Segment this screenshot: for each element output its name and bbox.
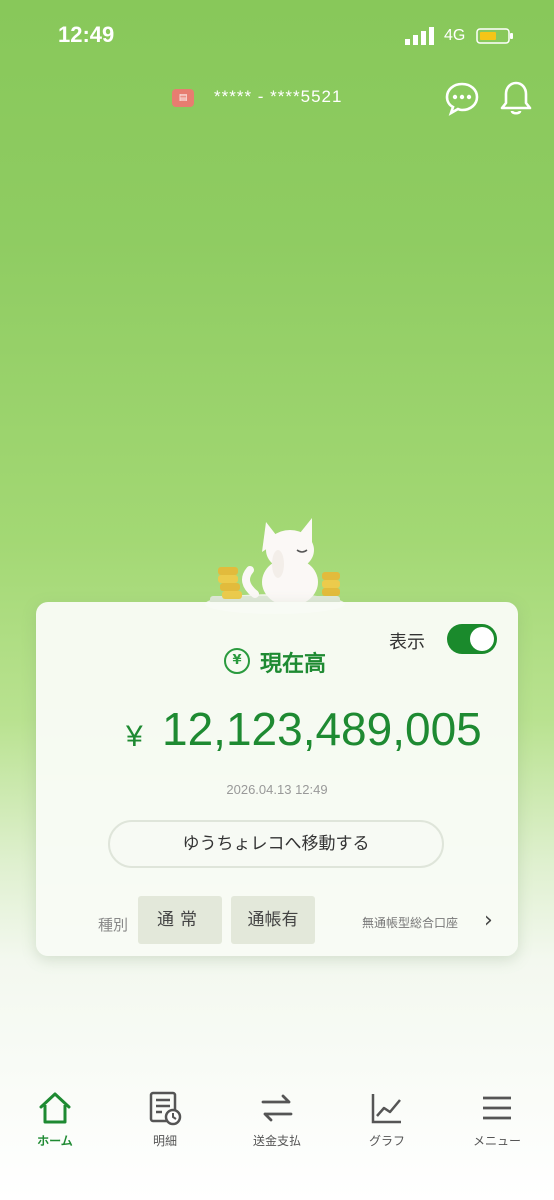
account-icon[interactable]: ▤ bbox=[172, 89, 194, 107]
tab-statement[interactable]: 明細 bbox=[120, 1080, 210, 1149]
transfer-icon bbox=[261, 1094, 293, 1122]
status-bar: 12:49 4G bbox=[0, 0, 554, 70]
graph-icon bbox=[371, 1094, 401, 1124]
home-icon bbox=[39, 1092, 71, 1124]
tab-statement-label: 明細 bbox=[152, 1134, 177, 1148]
tab-transfer[interactable]: 送金支払 bbox=[232, 1080, 322, 1149]
tab-graph[interactable]: グラフ bbox=[342, 1080, 432, 1149]
show-balance-toggle[interactable] bbox=[447, 624, 497, 654]
chat-icon[interactable] bbox=[444, 80, 480, 116]
tab-home[interactable]: ホーム bbox=[10, 1080, 100, 1149]
toggle-knob bbox=[470, 627, 494, 651]
bell-icon[interactable] bbox=[498, 79, 534, 117]
chevron-right-icon[interactable]: › bbox=[484, 908, 493, 933]
account-type-link[interactable]: 無通帳型総合口座 bbox=[362, 914, 458, 931]
menu-icon bbox=[483, 1096, 511, 1120]
balance-card: 表示 ¥ 現在高 ¥ 12,123,489,005 2026.04.13 12:… bbox=[36, 602, 518, 956]
balance-title: 現在高 bbox=[260, 652, 327, 677]
tab-graph-label: グラフ bbox=[368, 1134, 405, 1148]
battery-icon bbox=[476, 28, 513, 44]
type-label: 種別 bbox=[98, 916, 129, 934]
status-time: 12:49 bbox=[58, 22, 115, 47]
balance-timestamp: 2026.04.13 12:49 bbox=[226, 782, 328, 797]
tab-menu-label: メニュー bbox=[472, 1134, 521, 1148]
network-type: 4G bbox=[444, 27, 466, 44]
tab-menu[interactable]: メニュー bbox=[452, 1080, 542, 1149]
show-toggle-label: 表示 bbox=[389, 632, 425, 653]
statement-icon bbox=[149, 1091, 182, 1126]
account-number[interactable]: ***** - ****5521 bbox=[214, 87, 342, 107]
signal-icon bbox=[405, 27, 434, 45]
move-to-yucho-reco-button[interactable]: ゆうちょレコへ移動する bbox=[108, 820, 444, 868]
tab-transfer-label: 送金支払 bbox=[252, 1134, 301, 1148]
currency-symbol: ¥ bbox=[126, 720, 143, 753]
yen-icon: ¥ bbox=[224, 648, 250, 674]
tab-home-label: ホーム bbox=[37, 1134, 73, 1148]
account-tag-passbook: 通帳有 bbox=[231, 896, 315, 944]
balance-amount: 12,123,489,005 bbox=[162, 703, 482, 755]
bottom-tab-bar: ホーム 明細 送金支払 グラフ メニュー bbox=[0, 1080, 554, 1170]
account-tag-normal: 通常 bbox=[138, 896, 222, 944]
